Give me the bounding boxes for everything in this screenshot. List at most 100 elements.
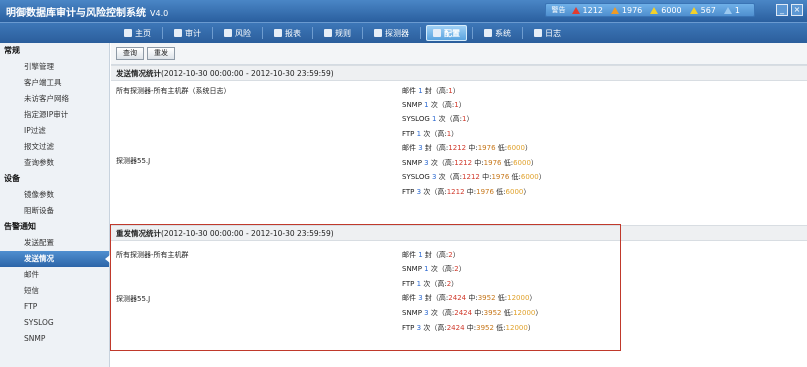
alarm-count-other[interactable]: 567 xyxy=(689,6,716,15)
stat-unit: 次（高: xyxy=(421,130,447,138)
main-content: 查询 重发 发送情况统计(2012-10-30 00:00:00 - 2012-… xyxy=(111,43,807,367)
rule-icon xyxy=(324,29,332,37)
resend-group-probe: 探测器55.J xyxy=(116,295,151,303)
app-version: V4.0 xyxy=(150,9,169,18)
send-stat-line: SNMP 3 次（高:1212 中:1976 低:6000） xyxy=(402,157,538,169)
sidebar-item-engine[interactable]: 引擎管理 xyxy=(0,59,109,75)
main-nav: 主页 审计 风险 报表 规则 探测器 配置 系统 日志 xyxy=(118,25,572,41)
stat-close: ） xyxy=(458,265,466,273)
close-icon[interactable]: × xyxy=(791,4,803,16)
stat-close: ） xyxy=(530,159,538,167)
stat-unit: 次（高: xyxy=(428,265,455,273)
sidebar-item-syslog[interactable]: SYSLOG xyxy=(0,315,109,331)
alarm-high-value: 1212 xyxy=(582,5,603,15)
alarm-count-high[interactable]: 1212 xyxy=(571,5,603,15)
app-title: 明御数据库审计与风险控制系统 V4.0 xyxy=(6,4,168,19)
query-button[interactable]: 查询 xyxy=(116,47,144,60)
sidebar-item-ftp[interactable]: FTP xyxy=(0,299,109,315)
resend-stats-body: 所有探测器-所有主机群 探测器55.J 邮件 1 封（高:2） SNMP 1 次（… xyxy=(111,243,807,353)
nav-risk[interactable]: 风险 xyxy=(218,25,257,41)
stat-close: ） xyxy=(452,87,460,95)
sidebar-item-query-params[interactable]: 查询参数 xyxy=(0,155,109,171)
stat-close: ） xyxy=(535,309,543,317)
stat-unit: 次（高: xyxy=(421,188,447,196)
stat-channel: 邮件 xyxy=(402,87,419,95)
sidebar-item-block-device[interactable]: 阻断设备 xyxy=(0,203,109,219)
stat-unit: 次（高: xyxy=(421,324,447,332)
resend-stat-line: SNMP 1 次（高:2） xyxy=(402,263,466,275)
nav-report-label: 报表 xyxy=(285,28,301,38)
sidebar-item-ip-filter[interactable]: IP过滤 xyxy=(0,123,109,139)
audit-icon xyxy=(174,29,182,37)
stat-close: ） xyxy=(527,324,535,332)
alarm-count-info[interactable]: 1 xyxy=(723,6,740,15)
sidebar-item-sms[interactable]: 短信 xyxy=(0,283,109,299)
sidebar-group-general[interactable]: 常规 xyxy=(0,43,109,59)
nav-log[interactable]: 日志 xyxy=(528,25,567,41)
sidebar-item-source-ip-audit[interactable]: 指定源IP审计 xyxy=(0,107,109,123)
resend-stat-line: 邮件 1 封（高:2） xyxy=(402,249,460,261)
nav-config[interactable]: 配置 xyxy=(426,25,467,41)
window-buttons: _ × xyxy=(776,4,803,16)
stat-mid-label: 中: xyxy=(479,173,492,181)
nav-divider xyxy=(262,27,263,39)
sidebar-item-client-tools[interactable]: 客户端工具 xyxy=(0,75,109,91)
resend-button[interactable]: 重发 xyxy=(147,47,175,60)
send-stats-body: 所有探测器-所有主机群（系统日志） 探测器55.J 邮件 1 封（高:1） SNM… xyxy=(111,83,807,215)
stat-close: ） xyxy=(451,280,459,288)
stat-unit: 次（高: xyxy=(428,309,455,317)
stat-low-value: 6000 xyxy=(513,159,531,167)
probe-icon xyxy=(374,29,382,37)
stat-low-label: 低: xyxy=(493,324,506,332)
stat-mid-value: 3952 xyxy=(483,309,502,317)
stat-unit: 次（高: xyxy=(421,280,447,288)
stat-mid-value: 1976 xyxy=(483,159,502,167)
resend-stat-line: FTP 1 次（高:2） xyxy=(402,278,458,290)
stat-close: ） xyxy=(466,115,474,123)
nav-audit[interactable]: 审计 xyxy=(168,25,207,41)
nav-rule[interactable]: 规则 xyxy=(318,25,357,41)
sidebar-item-packet-filter[interactable]: 报文过滤 xyxy=(0,139,109,155)
log-icon xyxy=(534,29,542,37)
minimize-icon[interactable]: _ xyxy=(776,4,788,16)
sidebar-item-send-config[interactable]: 发送配置 xyxy=(0,235,109,251)
app-title-text: 明御数据库审计与风险控制系统 xyxy=(6,8,146,19)
stat-close: ） xyxy=(451,130,459,138)
nav-system[interactable]: 系统 xyxy=(478,25,517,41)
nav-probe[interactable]: 探测器 xyxy=(368,25,415,41)
stat-high-value: 2424 xyxy=(454,309,473,317)
nav-report[interactable]: 报表 xyxy=(268,25,307,41)
send-stat-line: 邮件 3 封（高:1212 中:1976 低:6000） xyxy=(402,142,532,154)
send-stat-line: 邮件 1 封（高:1） xyxy=(402,85,460,97)
nav-audit-label: 审计 xyxy=(185,28,201,38)
sidebar-item-email[interactable]: 邮件 xyxy=(0,267,109,283)
stat-close: ） xyxy=(538,173,546,181)
sidebar-group-device[interactable]: 设备 xyxy=(0,171,109,187)
nav-home[interactable]: 主页 xyxy=(118,25,157,41)
alarm-summary[interactable]: 警告 1212 1976 6000 567 1 xyxy=(544,3,755,17)
stat-low-value: 12000 xyxy=(505,324,528,332)
sidebar-item-mirror-params[interactable]: 镜像参数 xyxy=(0,187,109,203)
nav-probe-label: 探测器 xyxy=(385,28,409,38)
stat-unit: 次（高: xyxy=(436,115,463,123)
stat-close: ） xyxy=(529,294,537,302)
sidebar-item-snmp[interactable]: SNMP xyxy=(0,331,109,347)
alarm-count-low[interactable]: 6000 xyxy=(650,6,682,15)
sidebar-item-send-status[interactable]: 发送情况 xyxy=(0,251,110,267)
stat-close: ） xyxy=(524,144,532,152)
sidebar-group-alert[interactable]: 告警通知 xyxy=(0,219,109,235)
stat-low-value: 12000 xyxy=(507,294,530,302)
resend-group-all: 所有探测器-所有主机群 xyxy=(116,251,189,259)
alarm-label: 警告 xyxy=(551,6,566,14)
stat-mid-label: 中: xyxy=(466,294,478,302)
stat-unit: 次（高: xyxy=(428,159,455,167)
sidebar: 常规 引擎管理 客户端工具 未访客户网络 指定源IP审计 IP过滤 报文过滤 查… xyxy=(0,43,110,367)
stat-high-value: 2424 xyxy=(446,324,465,332)
alarm-low-icon xyxy=(650,6,659,14)
send-stat-line: FTP 3 次（高:1212 中:1976 低:6000） xyxy=(402,186,530,198)
stat-channel: SNMP xyxy=(402,265,425,273)
alarm-count-mid[interactable]: 1976 xyxy=(610,6,642,15)
resend-stat-line: SNMP 3 次（高:2424 中:3952 低:12000） xyxy=(402,307,542,319)
stat-low-label: 低: xyxy=(493,188,506,196)
sidebar-item-unvisited-network[interactable]: 未访客户网络 xyxy=(0,91,109,107)
